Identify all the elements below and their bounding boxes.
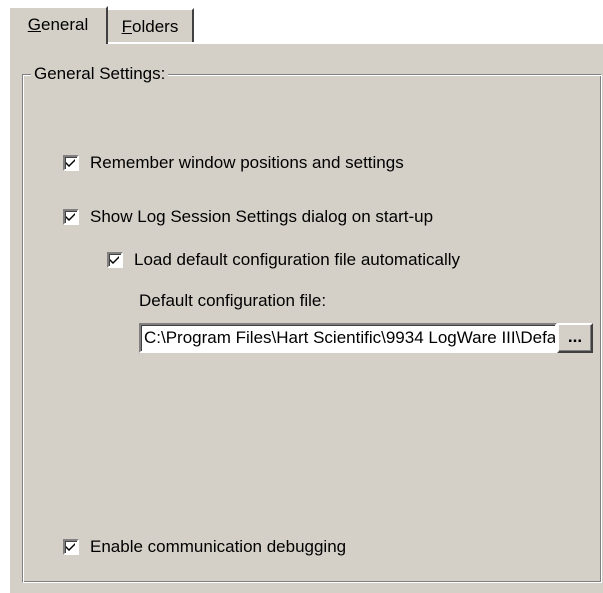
checkmark-icon <box>66 159 75 167</box>
remember-window-option[interactable]: Remember window positions and settings <box>63 153 404 173</box>
enable-comm-debug-label: Enable communication debugging <box>90 537 347 556</box>
tab-general[interactable]: General <box>8 6 108 44</box>
remember-window-checkbox[interactable] <box>63 155 79 171</box>
show-log-session-label: Show Log Session Settings dialog on star… <box>90 207 434 226</box>
load-default-config-label: Load default configuration file automati… <box>134 250 461 269</box>
checkmark-icon <box>110 256 119 264</box>
load-default-config-option[interactable]: Load default configuration file automati… <box>107 250 460 270</box>
enable-comm-debug-option[interactable]: Enable communication debugging <box>63 537 346 557</box>
group-title: General Settings: <box>31 63 169 85</box>
general-settings-group: General Settings: Remember window positi… <box>22 63 602 583</box>
checkmark-icon <box>66 543 75 551</box>
checkmark-icon <box>66 213 75 221</box>
tab-folders[interactable]: Folders <box>108 8 194 42</box>
tab-folders-label: Folders <box>121 17 179 36</box>
general-tab-page: General Settings: Remember window positi… <box>8 42 603 593</box>
browse-button[interactable]: ... <box>557 323 593 353</box>
enable-comm-debug-checkbox[interactable] <box>63 539 79 555</box>
default-config-label: Default configuration file: <box>139 291 327 310</box>
show-log-session-option[interactable]: Show Log Session Settings dialog on star… <box>63 207 433 227</box>
load-default-config-checkbox[interactable] <box>107 252 123 268</box>
tab-general-label: General <box>27 15 89 34</box>
default-config-path-field[interactable]: C:\Program Files\Hart Scientific\9934 Lo… <box>139 323 557 353</box>
tab-strip: General Folders <box>8 6 603 44</box>
show-log-session-checkbox[interactable] <box>63 209 79 225</box>
remember-window-label: Remember window positions and settings <box>90 153 404 172</box>
